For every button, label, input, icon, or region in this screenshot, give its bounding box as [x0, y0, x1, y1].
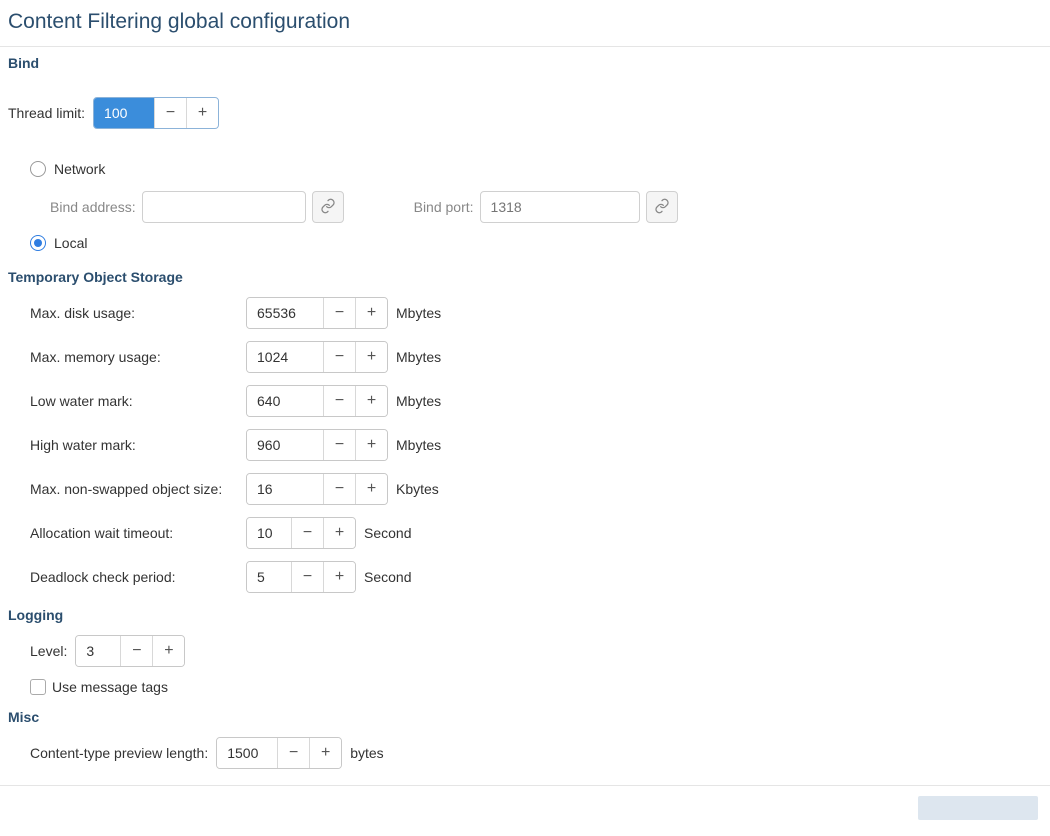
tos-maxmem-stepper[interactable]: − + [246, 341, 388, 373]
thread-limit-label: Thread limit: [8, 105, 85, 121]
bind-address-label: Bind address: [50, 199, 136, 215]
tos-maxmem-unit: Mbytes [396, 349, 441, 365]
tos-nonswap-unit: Kbytes [396, 481, 439, 497]
tos-maxdisk-stepper[interactable]: − + [246, 297, 388, 329]
stepper-plus[interactable]: + [152, 636, 184, 666]
tos-nonswap-input[interactable] [247, 474, 323, 504]
section-tos-heading: Temporary Object Storage [0, 261, 1050, 291]
tos-highwater-input[interactable] [247, 430, 323, 460]
stepper-plus[interactable]: + [323, 518, 355, 548]
radio-local-label: Local [54, 235, 87, 251]
link-icon [654, 198, 670, 217]
tos-alloc-label: Allocation wait timeout: [30, 525, 238, 541]
use-message-tags-checkbox[interactable] [30, 679, 46, 695]
footer-button[interactable] [918, 796, 1038, 820]
tos-highwater-stepper[interactable]: − + [246, 429, 388, 461]
tos-alloc-stepper[interactable]: − + [246, 517, 356, 549]
stepper-plus[interactable]: + [355, 386, 387, 416]
tos-alloc-unit: Second [364, 525, 411, 541]
stepper-plus[interactable]: + [355, 298, 387, 328]
tos-lowwater-unit: Mbytes [396, 393, 441, 409]
stepper-plus[interactable]: + [323, 562, 355, 592]
thread-limit-stepper[interactable]: − + [93, 97, 219, 129]
logging-level-input[interactable] [76, 636, 120, 666]
tos-maxdisk-label: Max. disk usage: [30, 305, 238, 321]
use-message-tags-label: Use message tags [52, 679, 168, 695]
stepper-minus[interactable]: − [323, 430, 355, 460]
bind-address-input[interactable] [142, 191, 306, 223]
logging-level-stepper[interactable]: − + [75, 635, 185, 667]
radio-network[interactable] [30, 161, 46, 177]
thread-limit-plus[interactable]: + [186, 98, 218, 128]
section-misc-heading: Misc [0, 701, 1050, 731]
stepper-minus[interactable]: − [323, 342, 355, 372]
stepper-minus[interactable]: − [277, 738, 309, 768]
tos-highwater-label: High water mark: [30, 437, 238, 453]
stepper-plus[interactable]: + [355, 474, 387, 504]
stepper-minus[interactable]: − [120, 636, 152, 666]
section-bind-heading: Bind [0, 47, 1050, 77]
link-icon [320, 198, 336, 217]
tos-deadlock-input[interactable] [247, 562, 291, 592]
preview-length-unit: bytes [350, 745, 383, 761]
logging-level-label: Level: [30, 643, 67, 659]
stepper-minus[interactable]: − [323, 298, 355, 328]
stepper-plus[interactable]: + [355, 342, 387, 372]
page-title: Content Filtering global configuration [0, 0, 1050, 47]
stepper-minus[interactable]: − [323, 386, 355, 416]
radio-local[interactable] [30, 235, 46, 251]
thread-limit-input[interactable] [94, 98, 154, 128]
bind-port-input[interactable] [480, 191, 640, 223]
tos-nonswap-stepper[interactable]: − + [246, 473, 388, 505]
tos-maxdisk-unit: Mbytes [396, 305, 441, 321]
bind-port-link-button[interactable] [646, 191, 678, 223]
tos-highwater-unit: Mbytes [396, 437, 441, 453]
tos-lowwater-stepper[interactable]: − + [246, 385, 388, 417]
tos-lowwater-label: Low water mark: [30, 393, 238, 409]
tos-lowwater-input[interactable] [247, 386, 323, 416]
stepper-minus[interactable]: − [291, 562, 323, 592]
tos-maxdisk-input[interactable] [247, 298, 323, 328]
preview-length-input[interactable] [217, 738, 277, 768]
stepper-plus[interactable]: + [355, 430, 387, 460]
footer [0, 786, 1050, 836]
tos-deadlock-stepper[interactable]: − + [246, 561, 356, 593]
stepper-minus[interactable]: − [291, 518, 323, 548]
section-logging-heading: Logging [0, 599, 1050, 629]
preview-length-label: Content-type preview length: [30, 745, 208, 761]
tos-nonswap-label: Max. non-swapped object size: [30, 481, 238, 497]
stepper-minus[interactable]: − [323, 474, 355, 504]
tos-deadlock-unit: Second [364, 569, 411, 585]
tos-alloc-input[interactable] [247, 518, 291, 548]
tos-maxmem-label: Max. memory usage: [30, 349, 238, 365]
stepper-plus[interactable]: + [309, 738, 341, 768]
tos-maxmem-input[interactable] [247, 342, 323, 372]
preview-length-stepper[interactable]: − + [216, 737, 342, 769]
thread-limit-minus[interactable]: − [154, 98, 186, 128]
radio-network-label: Network [54, 161, 105, 177]
bind-port-label: Bind port: [414, 199, 474, 215]
bind-address-link-button[interactable] [312, 191, 344, 223]
tos-deadlock-label: Deadlock check period: [30, 569, 238, 585]
